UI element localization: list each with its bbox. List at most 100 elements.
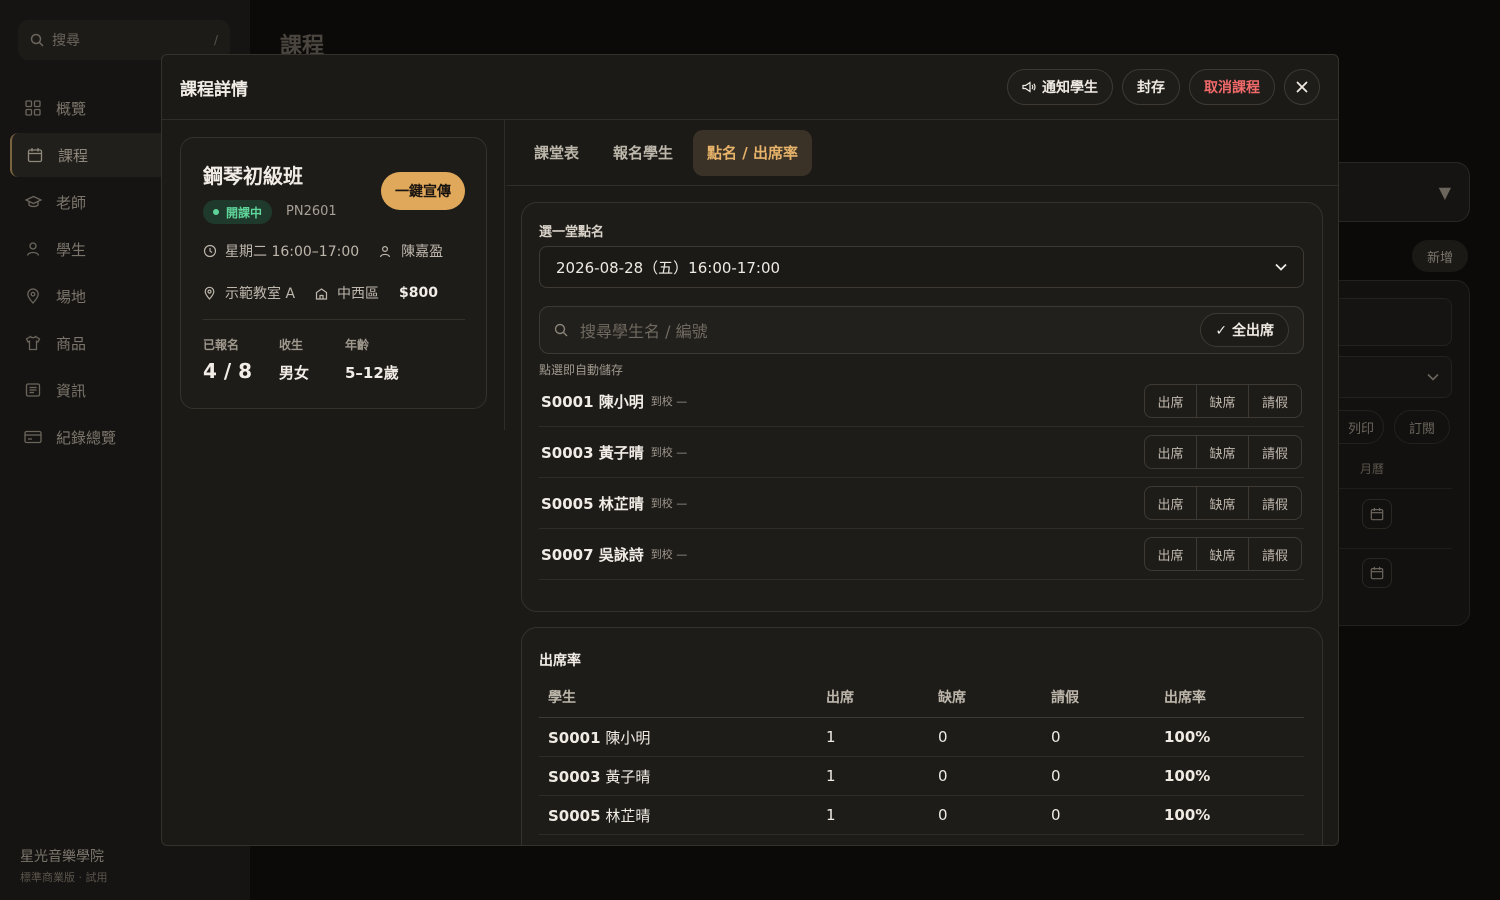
search-icon — [30, 33, 44, 47]
promote-button[interactable]: 一鍵宣傳 — [381, 172, 465, 210]
grid-icon — [24, 99, 42, 117]
background-input[interactable] — [1338, 298, 1452, 346]
calendar-button[interactable] — [1362, 499, 1392, 529]
background-subscribe-button[interactable]: 訂閱 — [1394, 410, 1450, 444]
absent-option[interactable]: 缺席 — [1197, 385, 1249, 417]
student-id: S0001 — [548, 728, 601, 747]
close-button[interactable] — [1284, 69, 1320, 105]
student-name: 黃子晴 — [605, 767, 651, 786]
attendance-rate-title: 出席率 — [539, 653, 581, 669]
archive-button[interactable]: 封存 — [1122, 69, 1180, 105]
course-price: $800 — [399, 285, 438, 301]
present-count: 1 — [826, 728, 836, 746]
absent-option[interactable]: 缺席 — [1197, 487, 1249, 519]
attendance-row: S0003 黃子晴 到校 — 出席 缺席 請假 — [539, 427, 1304, 478]
course-card: 鋼琴初級班 一鍵宣傳 開課中 PN2601 星期二 16:00–17:00 陳嘉… — [180, 137, 487, 409]
column-header: 學生 — [548, 689, 576, 706]
student-name: 陳小明 — [605, 728, 651, 747]
brand-plan: 標準商業版 · 試用 — [20, 871, 108, 884]
arrival-status: 到校 — — [650, 395, 688, 408]
stat-enrolled: 已報名 4 / 8 — [203, 336, 252, 383]
present-option[interactable]: 出席 — [1145, 538, 1197, 570]
absent-option[interactable]: 缺席 — [1197, 538, 1249, 570]
attendance-row: S0005 林芷晴 到校 — 出席 缺席 請假 — [539, 478, 1304, 529]
session-select[interactable]: 2026-08-28（五）16:00-17:00 — [539, 246, 1304, 288]
student-cell: S0001 陳小明 — [539, 727, 826, 748]
status-badge: 開課中 — [203, 200, 273, 224]
attendance-rate: 100% — [1164, 767, 1211, 785]
attendance-rate-panel: 出席率 學生 出席 缺席 請假 出席率 S0001 陳小明 1 0 0 100% — [521, 627, 1323, 845]
chevron-down-icon — [1275, 263, 1287, 271]
modal-body: 鋼琴初級班 一鍵宣傳 開課中 PN2601 星期二 16:00–17:00 陳嘉… — [162, 120, 1338, 845]
tab-enrolled-students[interactable]: 報名學生 — [599, 130, 687, 176]
present-option[interactable]: 出席 — [1145, 436, 1197, 468]
absent-option[interactable]: 缺席 — [1197, 436, 1249, 468]
cancel-course-button[interactable]: 取消課程 — [1189, 69, 1275, 105]
leave-option[interactable]: 請假 — [1249, 538, 1301, 570]
leave-option[interactable]: 請假 — [1249, 385, 1301, 417]
search-placeholder: 搜尋學生名 / 編號 — [580, 322, 708, 341]
absent-count: 0 — [938, 767, 948, 785]
table-header-row: 學生 出席 缺席 請假 出席率 — [539, 676, 1304, 718]
calendar-button[interactable] — [1362, 558, 1392, 588]
attendance-toggle: 出席 缺席 請假 — [1144, 486, 1302, 520]
caret-down-icon: ▼ — [1438, 182, 1451, 202]
calendar-icon — [26, 146, 44, 164]
stat-value: 5–12歲 — [345, 364, 399, 382]
student-id: S0005 — [548, 806, 601, 825]
leave-option[interactable]: 請假 — [1249, 487, 1301, 519]
tab-attendance[interactable]: 點名 / 出席率 — [693, 129, 812, 176]
table-row: S0003 黃子晴 1 0 0 100% — [539, 757, 1304, 796]
course-code: PN2601 — [286, 204, 337, 219]
session-select-value: 2026-08-28（五）16:00-17:00 — [556, 258, 781, 277]
student-name: S0007 吳詠詩 — [541, 545, 644, 564]
student-name: S0001 陳小明 — [541, 392, 644, 411]
divider — [203, 319, 465, 320]
leave-count: 0 — [1051, 728, 1061, 746]
notify-students-button[interactable]: 通知學生 — [1007, 69, 1113, 105]
present-option[interactable]: 出席 — [1145, 385, 1197, 417]
schedule-text: 星期二 16:00–17:00 — [225, 244, 360, 260]
calendar-icon — [1370, 566, 1384, 580]
user-icon — [379, 245, 395, 258]
tab-bar: 課堂表 報名學生 點名 / 出席率 — [506, 120, 1338, 186]
arrival-status: 到校 — — [650, 548, 688, 561]
table-row: S0001 陳小明 1 0 0 100% — [539, 718, 1304, 757]
sidebar-item-label: 老師 — [56, 193, 87, 212]
background-select[interactable] — [1338, 356, 1452, 398]
leave-count: 0 — [1051, 806, 1061, 824]
status-label: 開課中 — [226, 205, 263, 220]
sidebar-item-label: 商品 — [56, 334, 87, 353]
student-search-input[interactable]: 搜尋學生名 / 編號 ✓ 全出席 — [539, 306, 1304, 354]
search-shortcut: / — [213, 33, 218, 47]
attendance-row: S0007 吳詠詩 到校 — 出席 缺席 請假 — [539, 529, 1304, 580]
location-row: 示範教室 A 中西區 $800 — [203, 283, 438, 303]
stat-label: 年齡 — [345, 338, 370, 352]
sidebar-item-label: 學生 — [56, 240, 87, 259]
column-header: 請假 — [1051, 689, 1079, 706]
roll-call-panel: 選一堂點名 2026-08-28（五）16:00-17:00 搜尋學生名 / 編… — [521, 202, 1323, 612]
background-add-button[interactable]: 新增 — [1412, 240, 1468, 272]
present-option[interactable]: 出席 — [1145, 487, 1197, 519]
attendance-rate: 100% — [1164, 806, 1211, 824]
student-name: 林芷晴 — [605, 806, 651, 825]
course-name: 鋼琴初級班 — [203, 164, 303, 188]
close-icon — [1296, 81, 1308, 93]
present-count: 1 — [826, 767, 836, 785]
megaphone-icon — [1022, 81, 1036, 93]
column-header: 出席率 — [1164, 689, 1206, 706]
stat-label: 收生 — [279, 338, 304, 352]
map-pin-icon — [203, 286, 219, 300]
map-pin-icon — [24, 287, 42, 305]
background-dropdown[interactable]: ▼ — [1338, 162, 1470, 222]
attendance-rate-table: 學生 出席 缺席 請假 出席率 S0001 陳小明 1 0 0 100% S00… — [539, 676, 1304, 835]
mark-all-present-button[interactable]: ✓ 全出席 — [1200, 313, 1289, 347]
leave-option[interactable]: 請假 — [1249, 436, 1301, 468]
student-id: S0003 — [548, 767, 601, 786]
course-summary-column: 鋼琴初級班 一鍵宣傳 開課中 PN2601 星期二 16:00–17:00 陳嘉… — [162, 120, 505, 430]
background-print-button[interactable]: 列印 — [1338, 410, 1384, 444]
tab-schedule[interactable]: 課堂表 — [520, 130, 593, 176]
student-cell: S0005 林芷晴 — [539, 805, 826, 826]
modal-title: 課程詳情 — [180, 79, 248, 100]
arrival-status: 到校 — — [650, 446, 688, 459]
